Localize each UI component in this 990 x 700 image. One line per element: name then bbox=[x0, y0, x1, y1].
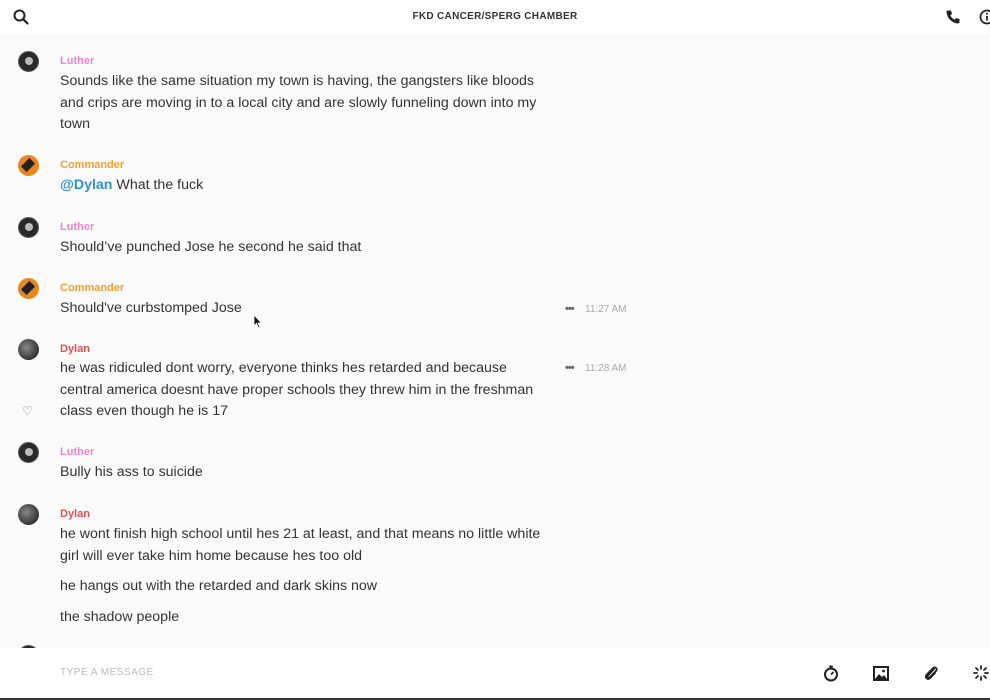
info-icon[interactable] bbox=[979, 9, 990, 25]
message-author[interactable]: Commander bbox=[60, 159, 124, 171]
top-bar: FKD CANCER/SPERG CHAMBER bbox=[0, 0, 990, 34]
message-text: @Dylan What the fuck bbox=[60, 175, 555, 197]
message-input[interactable] bbox=[60, 660, 760, 684]
message-line: he wont finish high school until hes 21 … bbox=[60, 526, 541, 542]
message-timestamp: 11:27 AM bbox=[585, 304, 627, 315]
paperclip-icon[interactable] bbox=[923, 665, 939, 682]
avatar[interactable] bbox=[18, 504, 39, 525]
message-author[interactable]: Luther bbox=[60, 446, 94, 458]
message-author[interactable]: Luther bbox=[60, 55, 94, 67]
more-options-icon[interactable]: ••• bbox=[565, 303, 575, 315]
avatar[interactable] bbox=[18, 339, 39, 360]
heart-icon[interactable]: ♡ bbox=[22, 404, 33, 418]
composer-bar bbox=[0, 648, 990, 700]
image-icon[interactable] bbox=[873, 666, 889, 681]
avatar[interactable] bbox=[18, 217, 39, 238]
avatar[interactable] bbox=[18, 278, 39, 299]
avatar[interactable] bbox=[18, 155, 39, 176]
message-list[interactable]: Luther Sounds like the same situation my… bbox=[0, 34, 990, 648]
avatar[interactable] bbox=[18, 442, 39, 463]
message-author[interactable]: Luther bbox=[60, 221, 94, 233]
message-line: class even though he is 17 bbox=[60, 403, 228, 419]
more-options-icon[interactable]: ••• bbox=[565, 362, 575, 374]
user-mention[interactable]: @Dylan bbox=[60, 177, 112, 193]
message-text: Sounds like the same situation my town i… bbox=[60, 71, 555, 136]
message-line: central america doesnt have proper schoo… bbox=[60, 381, 534, 398]
message-text: he was ridiculed dont worry, everyone th… bbox=[60, 358, 555, 423]
message-text: he hangs out with the retarded and dark … bbox=[60, 578, 378, 594]
message-line: he was ridiculed dont worry, everyone th… bbox=[60, 360, 507, 376]
message-text: Bully his ass to suicide bbox=[60, 464, 203, 480]
message-text-part: What the fuck bbox=[112, 177, 204, 193]
mouse-cursor-icon bbox=[253, 314, 263, 329]
message-line: Sounds like the same situation my town i… bbox=[60, 73, 534, 89]
message-line: and crips are moving in to a local city … bbox=[60, 94, 537, 111]
message-text: Should've curbstomped Jose bbox=[60, 300, 242, 316]
message-timestamp: 11:28 AM bbox=[585, 363, 627, 374]
chat-title: FKD CANCER/SPERG CHAMBER bbox=[412, 11, 578, 22]
message-text: he wont finish high school until hes 21 … bbox=[60, 524, 555, 567]
message-text: the shadow people bbox=[60, 609, 180, 625]
timer-icon[interactable] bbox=[823, 665, 839, 682]
phone-icon[interactable] bbox=[945, 9, 961, 25]
sparkle-icon[interactable] bbox=[973, 665, 989, 681]
message-text: Should’ve punched Jose he second he said… bbox=[60, 239, 362, 255]
message-author[interactable]: Dylan bbox=[60, 343, 90, 355]
message-author[interactable]: Dylan bbox=[60, 508, 90, 520]
message-author[interactable]: Commander bbox=[60, 282, 124, 294]
avatar[interactable] bbox=[18, 51, 39, 72]
message-line: town bbox=[60, 116, 90, 132]
message-line: girl will ever take him home because hes… bbox=[60, 547, 363, 564]
